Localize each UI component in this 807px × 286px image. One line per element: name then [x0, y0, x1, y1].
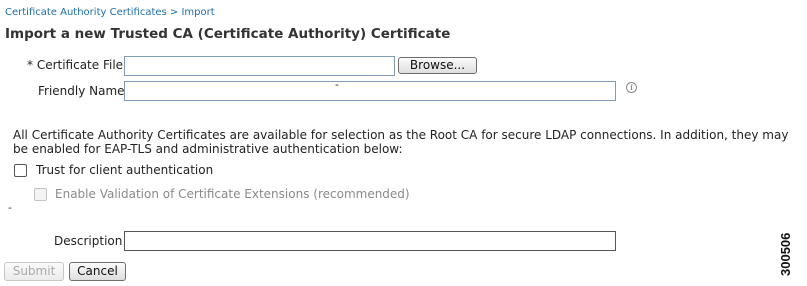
info-text: All Certificate Authority Certificates a…	[13, 128, 789, 156]
figure-number: 300506	[778, 232, 793, 276]
enable-validation-checkbox[interactable]	[34, 188, 47, 201]
trust-client-auth-label[interactable]: Trust for client authentication	[36, 163, 213, 177]
breadcrumb[interactable]: Certificate Authority Certificates > Imp…	[5, 7, 215, 18]
description-input[interactable]	[124, 231, 616, 251]
description-label: Description	[54, 234, 123, 248]
cancel-button[interactable]: Cancel	[69, 262, 126, 281]
stray-mark: -	[8, 201, 12, 214]
certificate-file-label: * Certificate File	[27, 58, 124, 72]
page-title: Import a new Trusted CA (Certificate Aut…	[5, 26, 451, 42]
enable-validation-label: Enable Validation of Certificate Extensi…	[55, 187, 410, 201]
friendly-name-input[interactable]	[124, 81, 616, 101]
friendly-name-cursor-mark: -	[335, 78, 339, 91]
trust-client-auth-checkbox[interactable]	[14, 164, 27, 177]
browse-button[interactable]: Browse...	[398, 57, 477, 74]
friendly-name-label: Friendly Name	[38, 84, 125, 98]
submit-button[interactable]: Submit	[4, 262, 64, 281]
certificate-file-input[interactable]	[124, 56, 395, 76]
info-icon[interactable]: i	[626, 82, 637, 93]
